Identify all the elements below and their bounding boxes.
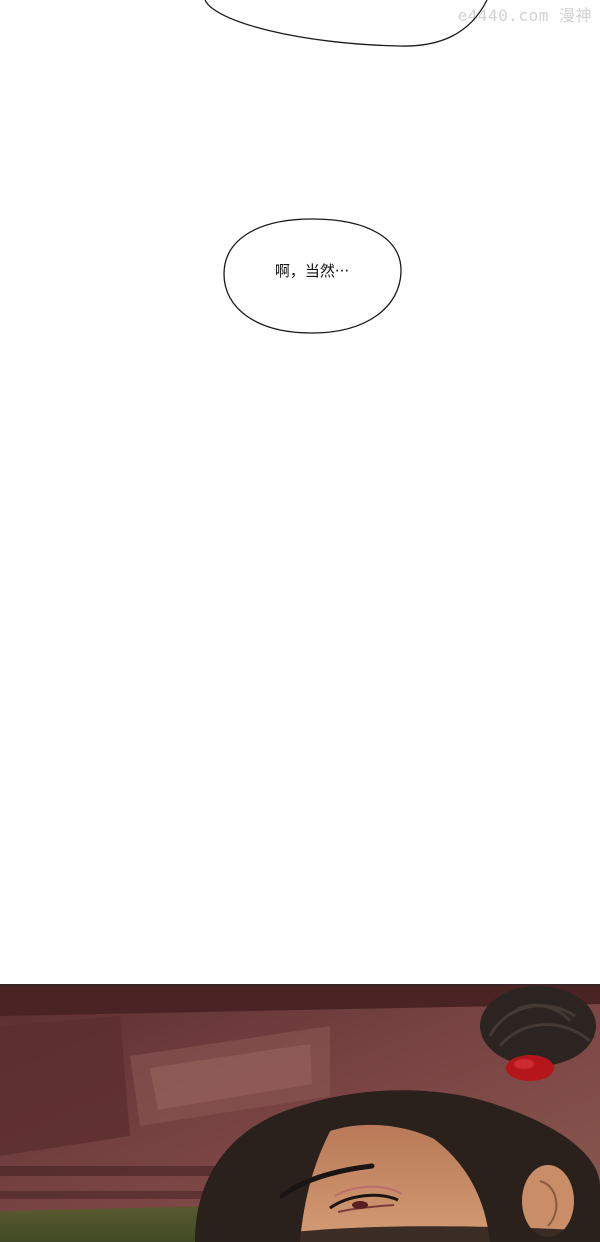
character-illustration: [0, 986, 600, 1242]
wall-stripe: [0, 1166, 230, 1176]
floor: [0, 1206, 220, 1242]
speech-bubble-text: 啊，当然···: [274, 262, 350, 280]
top-bubble-outline: [204, 0, 488, 47]
ear: [522, 1165, 574, 1237]
watermark: e4440.com 漫神: [457, 6, 592, 25]
iris: [352, 1201, 368, 1209]
illustration-panel: [0, 984, 600, 1242]
wall-beam: [0, 1016, 130, 1156]
wall-stripe: [0, 1191, 230, 1199]
comic-page: e4440.com 漫神 啊，当然···: [0, 0, 600, 1242]
hair-tie-highlight: [514, 1059, 534, 1069]
